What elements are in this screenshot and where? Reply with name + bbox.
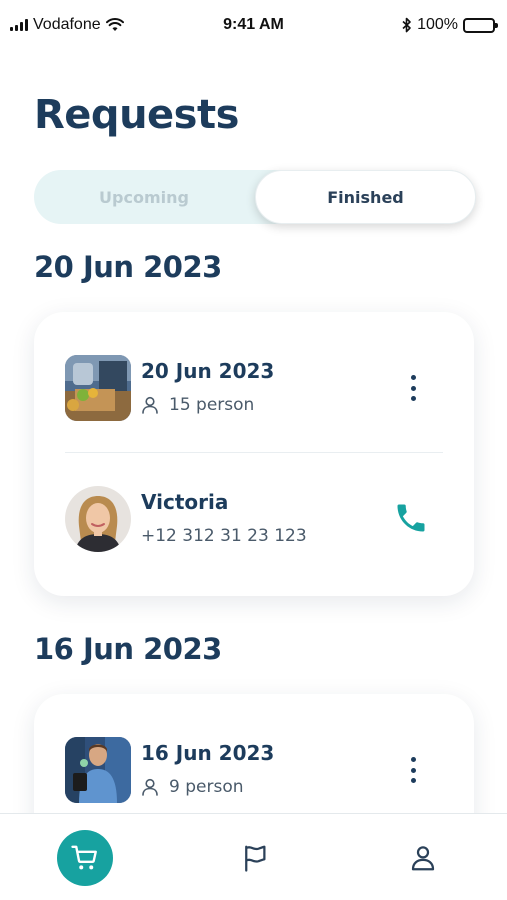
battery-percent: 100% bbox=[417, 16, 458, 33]
contact-phone: +12 312 31 23 123 bbox=[141, 526, 307, 546]
request-persons: 15 person bbox=[141, 395, 254, 415]
profile-icon[interactable] bbox=[395, 830, 451, 886]
bluetooth-icon bbox=[402, 17, 411, 33]
request-tabs: Upcoming Finished bbox=[34, 170, 476, 224]
section-date-heading: 20 Jun 2023 bbox=[34, 250, 222, 284]
tab-upcoming[interactable]: Upcoming bbox=[34, 170, 254, 224]
more-vertical-icon[interactable] bbox=[407, 755, 419, 785]
request-summary-row: 20 Jun 2023 15 person bbox=[65, 355, 443, 421]
request-card[interactable]: 20 Jun 2023 15 person Victoria +12 312 3… bbox=[34, 312, 474, 596]
more-vertical-icon[interactable] bbox=[407, 373, 419, 403]
request-summary-row: 16 Jun 2023 9 person bbox=[65, 737, 443, 803]
section-date-heading: 16 Jun 2023 bbox=[34, 632, 222, 666]
request-thumbnail bbox=[65, 737, 131, 803]
tab-finished[interactable]: Finished bbox=[255, 170, 476, 224]
contact-name: Victoria bbox=[141, 490, 229, 514]
contact-row: Victoria +12 312 31 23 123 bbox=[65, 486, 443, 552]
person-icon bbox=[142, 396, 158, 414]
request-date: 16 Jun 2023 bbox=[141, 741, 275, 765]
request-persons: 9 person bbox=[141, 777, 244, 797]
bottom-navigation bbox=[0, 813, 507, 900]
status-right: 100% bbox=[402, 16, 498, 34]
phone-icon[interactable] bbox=[393, 500, 429, 536]
persons-count: 9 person bbox=[169, 777, 244, 797]
cart-icon[interactable] bbox=[57, 830, 113, 886]
flag-icon[interactable] bbox=[227, 830, 283, 886]
battery-icon bbox=[463, 17, 498, 33]
status-bar: Vodafone 9:41 AM 100% bbox=[0, 0, 507, 50]
page-title: Requests bbox=[34, 92, 239, 138]
request-thumbnail bbox=[65, 355, 131, 421]
avatar bbox=[65, 486, 131, 552]
person-icon bbox=[142, 778, 158, 796]
request-date: 20 Jun 2023 bbox=[141, 359, 275, 383]
card-divider bbox=[65, 452, 443, 453]
persons-count: 15 person bbox=[169, 395, 255, 415]
